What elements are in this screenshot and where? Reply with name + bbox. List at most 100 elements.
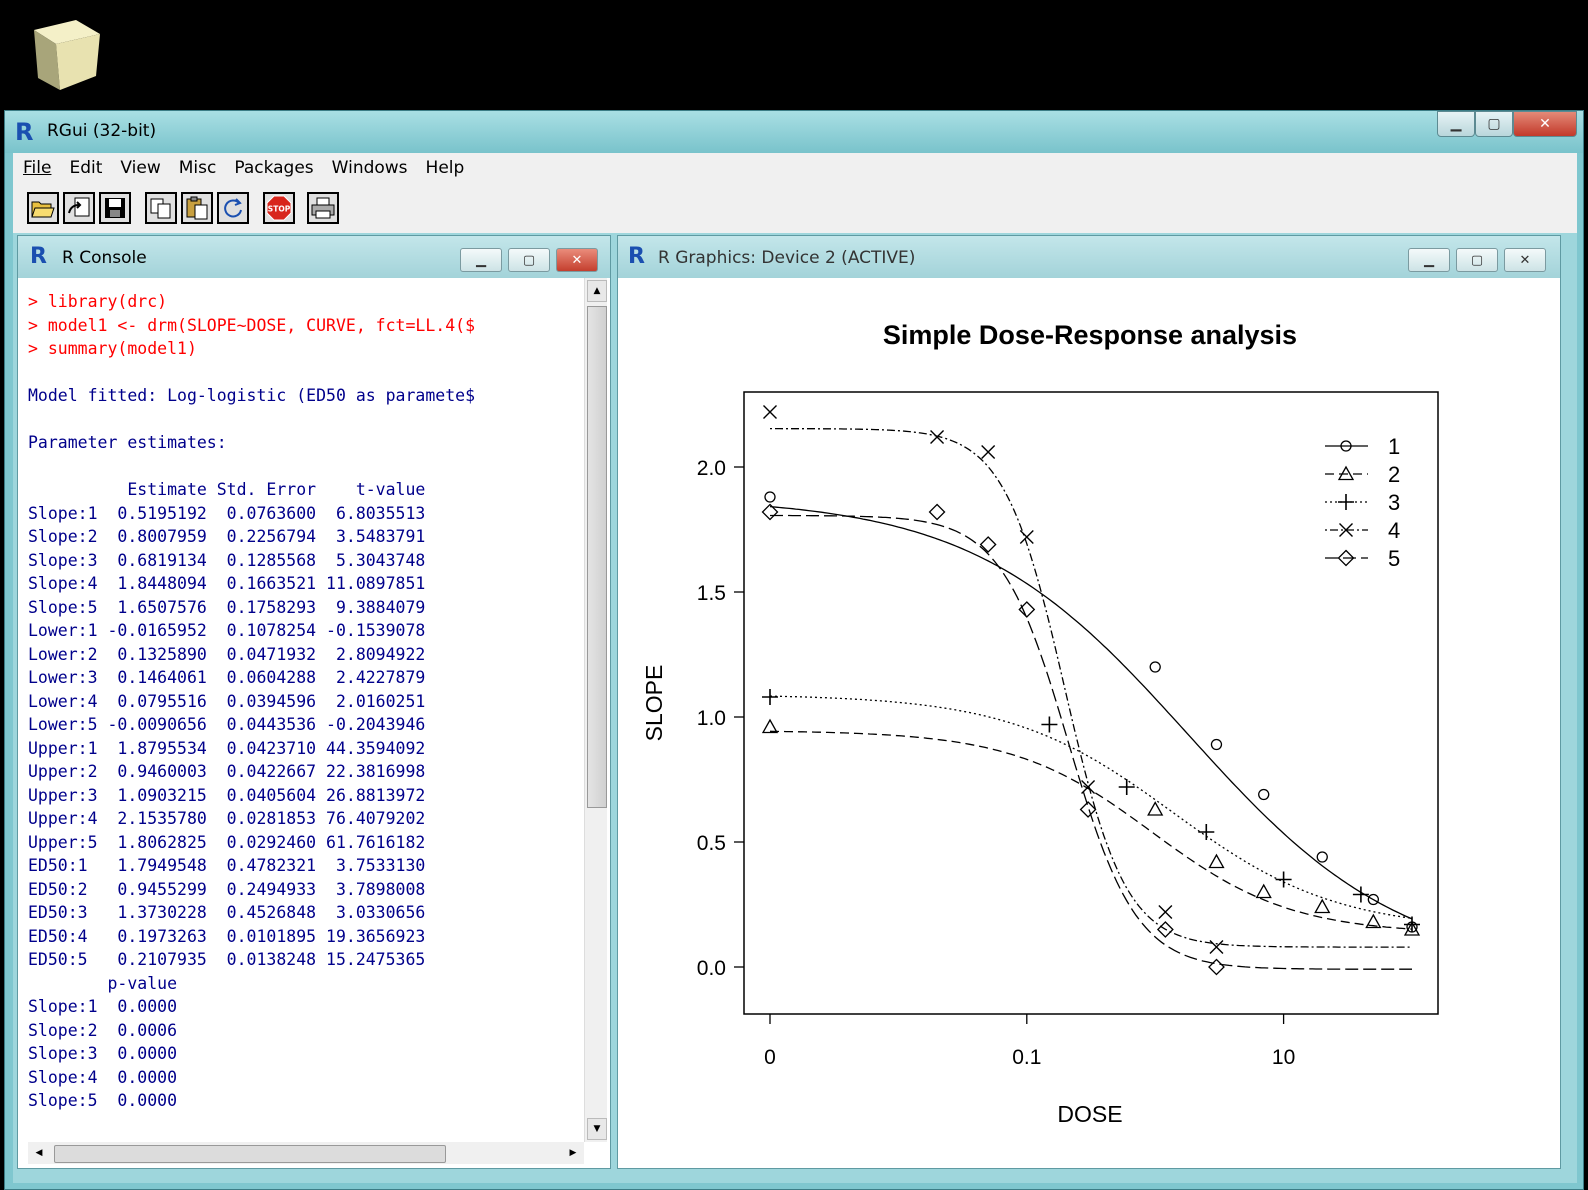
- series-2-point: [1314, 898, 1331, 914]
- console-line: Slope:2 0.8007959 0.2256794 3.5483791: [28, 527, 426, 546]
- graphics-minimize-button[interactable]: ▁: [1408, 248, 1450, 272]
- legend-label: 5: [1388, 546, 1400, 571]
- rgui-window: R RGui (32-bit) ▁ ▢ ✕ File Edit View Mis…: [4, 110, 1584, 1190]
- graphics-window: R R Graphics: Device 2 (ACTIVE) ▁ ▢ ✕ Si…: [617, 235, 1561, 1169]
- open-script-icon[interactable]: [27, 192, 59, 224]
- series-5-point: [928, 503, 946, 521]
- load-workspace-icon[interactable]: [63, 192, 95, 224]
- legend-marker: [1337, 465, 1355, 481]
- console-line: Model fitted: Log-logistic (ED50 as para…: [28, 386, 476, 405]
- scroll-left-icon[interactable]: ◀: [30, 1144, 48, 1162]
- console-line: Parameter estimates:: [28, 433, 227, 452]
- rgui-title-bar[interactable]: R RGui (32-bit) ▁ ▢ ✕: [5, 111, 1583, 153]
- console-line: ED50:5 0.2107935 0.0138248 15.2475365: [28, 950, 426, 969]
- toolbar: STOP: [13, 183, 1577, 234]
- console-line: Upper:5 1.8062825 0.0292460 61.7616182: [28, 832, 426, 852]
- series-4-point: [1019, 530, 1034, 544]
- console-close-button[interactable]: ✕: [556, 248, 598, 272]
- series-2-point: [1255, 883, 1272, 899]
- series-2-point: [1147, 801, 1164, 816]
- r-logo-icon: R: [628, 244, 645, 269]
- series-4-curve: [770, 427, 1412, 948]
- menu-windows[interactable]: Windows: [332, 158, 408, 178]
- menu-edit[interactable]: Edit: [69, 158, 102, 178]
- series-5-point: [1208, 958, 1225, 976]
- hscroll-thumb[interactable]: [54, 1145, 446, 1163]
- console-horizontal-scrollbar[interactable]: ◀ ▶: [28, 1142, 584, 1164]
- graphics-close-button[interactable]: ✕: [1504, 248, 1546, 272]
- menu-view[interactable]: View: [120, 158, 160, 178]
- console-line: Lower:4 0.0795516 0.0394596 2.0160251: [28, 691, 426, 711]
- legend-label: 3: [1388, 490, 1400, 515]
- x-axis-label: DOSE: [1057, 1101, 1122, 1127]
- console-line: Upper:4 2.1535780 0.0281853 76.4079202: [28, 809, 426, 828]
- series-2-curve: [769, 730, 1413, 930]
- refresh-icon[interactable]: [217, 192, 249, 224]
- legend-label: 2: [1388, 462, 1400, 487]
- console-line: Estimate Std. Error t-value: [28, 480, 426, 499]
- legend-label: 4: [1388, 518, 1400, 543]
- plot-frame: [743, 391, 1439, 1015]
- series-3-point: [1198, 824, 1215, 840]
- x-tick-label: 0.1: [1012, 1046, 1041, 1069]
- minimize-button[interactable]: ▁: [1437, 111, 1475, 137]
- x-tick-label: 0: [764, 1046, 776, 1069]
- console-output[interactable]: > library(drc) > model1 <- drm(SLOPE~DOSE…: [28, 278, 582, 1142]
- series-4-point: [1209, 940, 1224, 954]
- console-line: ED50:3 1.3730228 0.4526848 3.0330656: [28, 903, 426, 922]
- y-axis-label: SLOPE: [641, 665, 667, 742]
- series-1-point: [764, 491, 776, 503]
- maximize-button[interactable]: ▢: [1475, 111, 1513, 137]
- series-1-point: [1316, 851, 1328, 863]
- scroll-down-icon[interactable]: ▼: [587, 1118, 607, 1140]
- console-title: R Console: [62, 248, 147, 268]
- scroll-up-icon[interactable]: ▲: [587, 280, 607, 302]
- graphics-title-bar[interactable]: R R Graphics: Device 2 (ACTIVE) ▁ ▢ ✕: [618, 236, 1560, 278]
- copy-icon[interactable]: [145, 192, 177, 224]
- console-vertical-scrollbar[interactable]: ▲ ▼: [584, 278, 607, 1142]
- stop-icon[interactable]: STOP: [263, 192, 295, 224]
- y-tick-label: 2.0: [697, 457, 726, 480]
- x-tick-label: 10: [1272, 1046, 1295, 1069]
- console-title-bar[interactable]: R R Console ▁ ▢ ✕: [18, 236, 610, 278]
- stop-label: STOP: [268, 205, 291, 214]
- console-maximize-button[interactable]: ▢: [508, 248, 550, 272]
- series-1-point: [1210, 738, 1223, 751]
- console-line: Slope:5 1.6507576 0.1758293 9.3884079: [28, 597, 426, 617]
- console-line: Lower:1 -0.0165952 0.1078254 -0.1539078: [28, 621, 426, 640]
- console-line: Upper:3 1.0903215 0.0405604 26.8813972: [28, 785, 426, 805]
- paste-icon[interactable]: [181, 192, 213, 224]
- console-line: > library(drc): [28, 292, 168, 311]
- scroll-right-icon[interactable]: ▶: [564, 1144, 582, 1162]
- console-line: Slope:1 0.5195192 0.0763600 6.8035513: [28, 503, 426, 523]
- series-1-point: [1149, 661, 1161, 673]
- console-line: Slope:2 0.0006: [28, 1020, 178, 1040]
- save-workspace-icon[interactable]: [99, 192, 131, 224]
- graphics-maximize-button[interactable]: ▢: [1456, 248, 1498, 272]
- console-line: ED50:1 1.7949548 0.4782321 3.7533130: [28, 856, 426, 875]
- menu-file[interactable]: File: [23, 158, 51, 178]
- menu-help[interactable]: Help: [426, 158, 465, 178]
- console-line: > model1 <- drm(SLOPE~DOSE, CURVE, fct=L…: [28, 315, 476, 335]
- console-line: p-value: [28, 973, 178, 993]
- rgui-title: RGui (32-bit): [47, 121, 157, 141]
- y-tick-label: 1.5: [697, 582, 726, 605]
- plot-area: Simple Dose-Response analysis 0.0 0.5 1.0 1.…: [628, 278, 1552, 1154]
- mdi-workspace: R R Console ▁ ▢ ✕ > library(drc) > model1…: [13, 233, 1577, 1183]
- scroll-thumb[interactable]: [587, 306, 607, 808]
- print-icon[interactable]: [307, 192, 339, 224]
- console-line: Slope:3 0.6819134 0.1285568 5.3043748: [28, 550, 426, 570]
- menu-misc[interactable]: Misc: [179, 158, 217, 178]
- console-line: Slope:4 0.0000: [28, 1067, 178, 1087]
- console-line: Slope:5 0.0000: [28, 1091, 178, 1110]
- r-logo-icon: R: [15, 118, 34, 146]
- series-3-point: [1041, 716, 1058, 733]
- legend-label: 1: [1388, 434, 1400, 459]
- menu-bar: File Edit View Misc Packages Windows Hel…: [13, 153, 1577, 183]
- series-1-point: [1258, 788, 1270, 801]
- console-minimize-button[interactable]: ▁: [460, 248, 502, 272]
- close-button[interactable]: ✕: [1513, 111, 1577, 137]
- menu-packages[interactable]: Packages: [234, 158, 313, 178]
